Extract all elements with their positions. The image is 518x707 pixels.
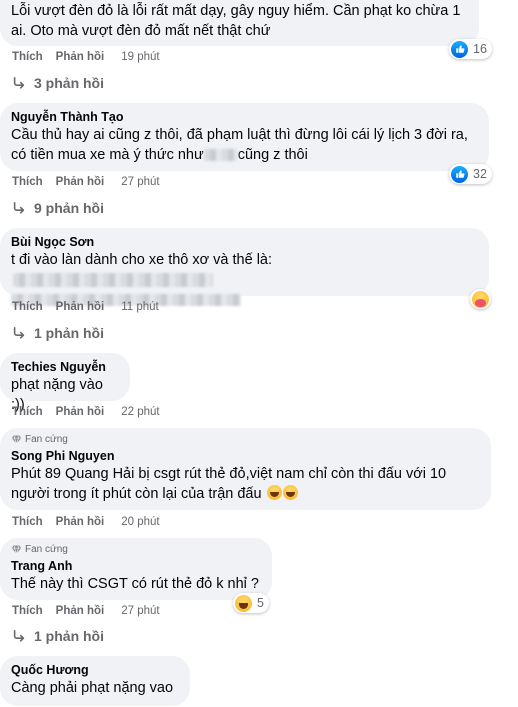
reply-button[interactable]: Phản hồi: [56, 301, 105, 313]
comment-bubble: Fan cứng Trang Anh Thế này thì CSGT có r…: [0, 538, 272, 600]
timestamp[interactable]: 22 phút: [121, 406, 159, 418]
comment-text: Phút 89 Quang Hải bị csgt rút thẻ đỏ,việ…: [11, 466, 447, 482]
fan-badge-label: Fan cứng: [25, 544, 68, 555]
comment-author[interactable]: Nguyễn Thành Tạo: [11, 109, 477, 125]
replies-label: 3 phản hồi: [34, 75, 104, 91]
comment-bubble: Fan cứng Song Phi Nguyen Phút 89 Quang H…: [0, 428, 491, 510]
reaction-count-value: 16: [473, 42, 487, 56]
comment-author[interactable]: Bùi Ngọc Sơn: [11, 234, 477, 250]
comment-text: Thế này thì CSGT có rút thẻ đỏ k nhỉ ?: [11, 576, 259, 592]
comment-text: có tiền mua xe mà ý thức như cũng z thôi: [11, 145, 477, 165]
comment-author[interactable]: Song Phi Nguyen: [11, 448, 479, 464]
like-button[interactable]: Thích: [12, 516, 43, 528]
like-button[interactable]: Thích: [12, 51, 43, 63]
comment-text-part: có tiền mua xe mà ý thức như: [11, 147, 204, 163]
view-replies-link[interactable]: 1 phản hồi: [12, 628, 104, 644]
reply-arrow-icon: [13, 201, 25, 214]
replies-label: 9 phản hồi: [34, 200, 104, 216]
comment-text: người trong ít phút còn lại của trận đấu: [11, 484, 479, 504]
comment-bubble: Lỗi vượt đèn đỏ là lỗi rất mất dạy, gây …: [0, 0, 479, 46]
fan-badge: Fan cứng: [11, 543, 260, 556]
reply-arrow-icon: [13, 76, 25, 89]
comment-bubble: Techies Nguyễn phạt nặng vào :)): [0, 353, 130, 413]
view-replies-link[interactable]: 3 phản hồi: [12, 75, 104, 91]
comment-actions: Thích Phản hồi 20 phút: [12, 516, 160, 528]
comment-actions: Thích Phản hồi 22 phút: [12, 406, 160, 418]
fan-badge-label: Fan cứng: [25, 434, 68, 445]
comment-author[interactable]: Trang Anh: [11, 558, 260, 574]
comment-bubble: Nguyễn Thành Tạo Cầu thủ hay ai cũng z t…: [0, 103, 489, 171]
comment-author[interactable]: Quốc Hương: [11, 662, 178, 678]
laughing-emoji-icon: [282, 485, 298, 500]
reply-arrow-icon: [13, 326, 25, 339]
diamond-icon: [11, 545, 22, 555]
comment-text-part: t đi vào làn dành cho xe thô xơ và thế l…: [11, 252, 273, 268]
comment-text-part: cũng z thôi: [237, 147, 308, 163]
like-icon: [451, 40, 468, 58]
reply-arrow-icon: [13, 629, 25, 642]
reply-button[interactable]: Phản hồi: [56, 51, 105, 63]
timestamp[interactable]: 27 phút: [121, 176, 159, 188]
censored-blur: [203, 149, 238, 162]
like-button[interactable]: Thích: [12, 605, 43, 617]
reaction-count-value: 5: [257, 596, 264, 610]
comment-actions: Thích Phản hồi 19 phút: [12, 51, 160, 63]
reply-button[interactable]: Phản hồi: [56, 605, 105, 617]
comment-bubble: Quốc Hương Càng phải phạt nặng vao: [0, 656, 190, 706]
comment-text: Càng phải phạt nặng vao: [11, 680, 174, 696]
comment-text: ai. Oto mà vượt đèn đỏ mất nết thật chứ: [11, 23, 271, 39]
comment-bubble: Bùi Ngọc Sơn t đi vào làn dành cho xe th…: [0, 228, 489, 306]
like-button[interactable]: Thích: [12, 176, 43, 188]
reaction-count-value: 32: [473, 167, 487, 181]
reply-button[interactable]: Phản hồi: [56, 516, 105, 528]
replies-label: 1 phản hồi: [34, 628, 104, 644]
like-button[interactable]: Thích: [12, 406, 43, 418]
haha-icon: [235, 594, 252, 612]
reaction-count[interactable]: 16: [449, 39, 492, 59]
comment-text: Cầu thủ hay ai cũng z thôi, đã phạm luật…: [11, 127, 468, 143]
reaction-count[interactable]: 32: [449, 164, 492, 184]
view-replies-link[interactable]: 1 phản hồi: [12, 325, 104, 341]
view-replies-link[interactable]: 9 phản hồi: [12, 200, 104, 216]
comment-actions: Thích Phản hồi 11 phút: [12, 301, 159, 313]
comment-text-part: người trong ít phút còn lại của trận đấu: [11, 486, 262, 502]
reaction-count[interactable]: 5: [233, 593, 269, 613]
like-icon: [451, 165, 468, 183]
timestamp[interactable]: 20 phút: [121, 516, 159, 528]
care-icon: [472, 290, 489, 308]
replies-label: 1 phản hồi: [34, 325, 104, 341]
reply-button[interactable]: Phản hồi: [56, 176, 105, 188]
laughing-emoji-icon: [266, 485, 282, 500]
timestamp[interactable]: 27 phút: [121, 605, 159, 617]
comment-actions: Thích Phản hồi 27 phút: [12, 176, 160, 188]
comment-actions: Thích Phản hồi 27 phút: [12, 605, 160, 617]
fan-badge: Fan cứng: [11, 433, 479, 446]
reaction-count[interactable]: [470, 289, 491, 309]
censored-blur: [13, 273, 213, 288]
comment-text: t đi vào làn dành cho xe thô xơ và thế l…: [11, 250, 477, 290]
comment-text: Lỗi vượt đèn đỏ là lỗi rất mất dạy, gây …: [11, 3, 461, 19]
reply-button[interactable]: Phản hồi: [56, 406, 105, 418]
comment-author[interactable]: Techies Nguyễn: [11, 359, 118, 375]
timestamp[interactable]: 11 phút: [121, 301, 159, 313]
timestamp[interactable]: 19 phút: [121, 51, 159, 63]
like-button[interactable]: Thích: [12, 301, 43, 313]
diamond-icon: [11, 435, 22, 445]
